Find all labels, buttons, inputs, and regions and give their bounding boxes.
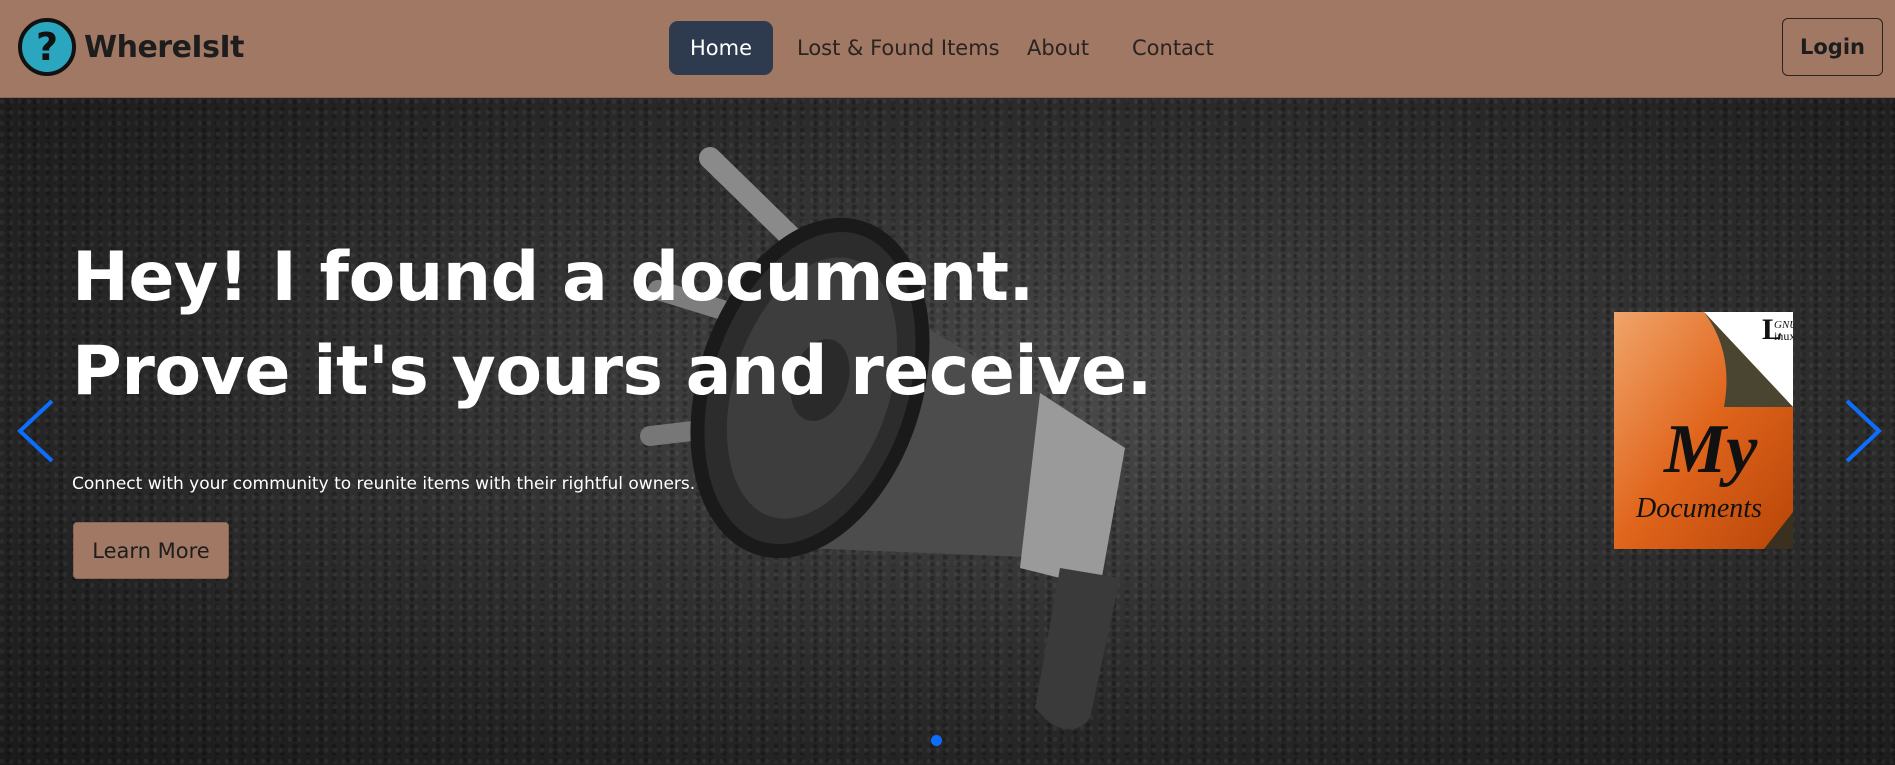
nav-contact[interactable]: Contact [1132, 36, 1214, 60]
carousel-indicator-dot[interactable] [931, 735, 942, 746]
nav-lost-found-items[interactable]: Lost & Found Items [797, 36, 1000, 60]
doc-big-text: My [1663, 411, 1758, 488]
corner-linux-text: inux [1774, 329, 1793, 343]
navbar: ? WhereIsIt Home Lost & Found Items Abou… [0, 0, 1895, 98]
svg-text:?: ? [36, 25, 58, 69]
nav-about[interactable]: About [1027, 36, 1089, 60]
chevron-left-icon[interactable] [16, 398, 56, 464]
login-button[interactable]: Login [1782, 18, 1883, 76]
hero-carousel: Hey! I found a document. Prove it's your… [0, 98, 1895, 765]
brand-name[interactable]: WhereIsIt [84, 30, 244, 65]
question-mark-icon[interactable]: ? [18, 18, 76, 76]
hero-subtitle: Connect with your community to reunite i… [72, 474, 696, 494]
doc-small-text: Documents [1635, 493, 1762, 524]
hero-title-line1: Hey! I found a document. [72, 238, 1034, 317]
my-documents-icon: L GNU inux My Documents [1614, 312, 1793, 549]
nav-home[interactable]: Home [669, 21, 773, 75]
hero-title-line2: Prove it's yours and receive. [72, 332, 1152, 411]
megaphone-icon [640, 147, 1125, 730]
learn-more-button[interactable]: Learn More [73, 522, 229, 579]
chevron-right-icon[interactable] [1843, 398, 1883, 464]
